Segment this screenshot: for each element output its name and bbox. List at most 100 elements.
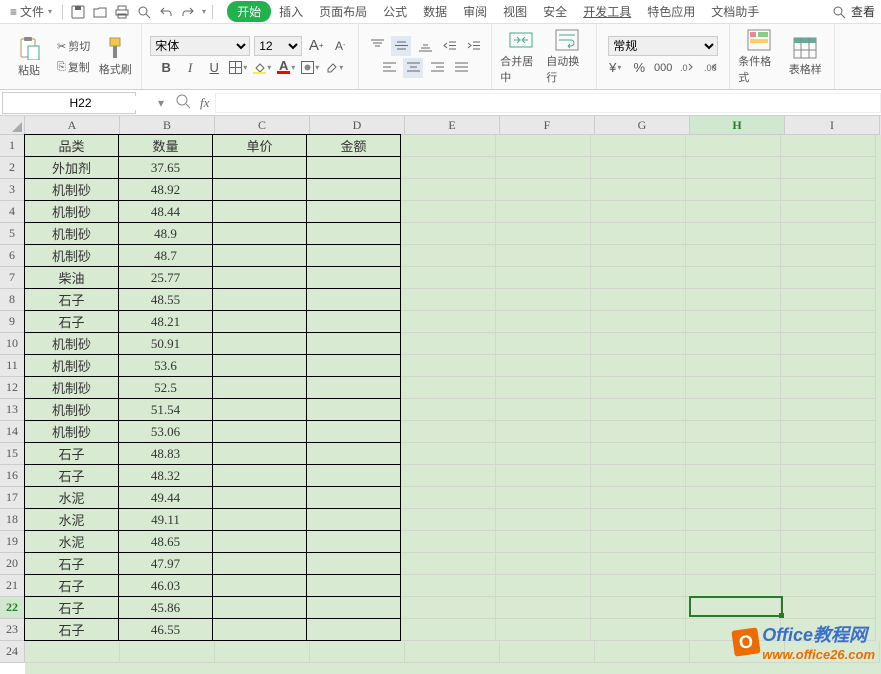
cell[interactable] [591,399,686,421]
cell[interactable] [401,575,496,597]
cell[interactable]: 48.9 [118,222,213,245]
align-center-button[interactable] [403,58,423,78]
merge-center-button[interactable]: 合并居中 [500,29,542,85]
cell[interactable] [781,377,876,399]
cell[interactable] [306,574,401,597]
cell[interactable] [496,619,591,641]
cell[interactable]: 48.83 [118,442,213,465]
tab-3[interactable]: 公式 [375,0,415,23]
cell[interactable]: 水泥 [24,486,119,509]
cell[interactable] [591,245,686,267]
cell[interactable]: 25.77 [118,266,213,289]
cell[interactable]: 水泥 [24,530,119,553]
cell[interactable] [401,355,496,377]
cell[interactable] [591,135,686,157]
cell[interactable] [496,289,591,311]
cell[interactable] [401,531,496,553]
cell[interactable] [212,552,307,575]
row-header-22[interactable]: 22 [0,597,25,619]
cell[interactable] [496,575,591,597]
cell[interactable] [306,508,401,531]
cell[interactable] [212,222,307,245]
cell[interactable]: 石子 [24,464,119,487]
cell[interactable] [686,399,781,421]
cell[interactable] [686,223,781,245]
increase-decimal-button[interactable]: .0 [677,58,697,78]
cell[interactable] [212,376,307,399]
row-header-2[interactable]: 2 [0,157,25,179]
cell[interactable] [686,465,781,487]
row-header-17[interactable]: 17 [0,487,25,509]
cell[interactable]: 48.92 [118,178,213,201]
cell[interactable]: 46.55 [118,618,213,641]
cell[interactable] [306,398,401,421]
row-header-8[interactable]: 8 [0,289,25,311]
cell[interactable] [686,135,781,157]
cell[interactable] [781,267,876,289]
cell[interactable] [496,553,591,575]
cell[interactable] [401,179,496,201]
row-header-15[interactable]: 15 [0,443,25,465]
cell[interactable] [686,355,781,377]
cell[interactable] [686,201,781,223]
row-header-24[interactable]: 24 [0,641,25,663]
row-header-19[interactable]: 19 [0,531,25,553]
cell[interactable] [306,222,401,245]
cut-button[interactable]: ✂剪切 [54,37,93,55]
cell[interactable]: 机制砂 [24,398,119,421]
cell[interactable] [591,311,686,333]
cell[interactable]: 48.55 [118,288,213,311]
cell[interactable] [401,597,496,619]
cell[interactable] [781,575,876,597]
cell[interactable] [306,552,401,575]
cell[interactable] [401,289,496,311]
cell[interactable] [306,486,401,509]
cell[interactable]: 47.97 [118,552,213,575]
cell[interactable] [212,266,307,289]
increase-font-button[interactable]: A+ [306,36,326,56]
increase-indent-button[interactable] [463,36,483,56]
cell[interactable] [306,156,401,179]
cell[interactable] [591,377,686,399]
cell[interactable] [591,421,686,443]
cell[interactable] [310,641,405,663]
print-icon[interactable] [113,3,131,21]
tab-7[interactable]: 安全 [535,0,575,23]
cell[interactable] [401,135,496,157]
cell[interactable] [686,443,781,465]
cell[interactable] [212,530,307,553]
cell[interactable] [496,333,591,355]
cell[interactable] [591,267,686,289]
cell[interactable] [781,465,876,487]
cell[interactable] [212,486,307,509]
align-right-button[interactable] [427,58,447,78]
cell[interactable] [781,157,876,179]
cells-area[interactable]: 品类数量单价金额外加剂37.65机制砂48.92机制砂48.44机制砂48.9机… [25,135,881,674]
tab-1[interactable]: 插入 [271,0,311,23]
cell[interactable] [401,223,496,245]
row-header-4[interactable]: 4 [0,201,25,223]
align-bottom-button[interactable] [415,36,435,56]
cell[interactable] [496,355,591,377]
cell[interactable] [496,157,591,179]
cell[interactable] [212,464,307,487]
fill-color-button[interactable]: ▾ [252,58,272,78]
cell[interactable] [306,244,401,267]
cell[interactable]: 石子 [24,618,119,641]
cell[interactable] [496,201,591,223]
row-header-7[interactable]: 7 [0,267,25,289]
tab-4[interactable]: 数据 [415,0,455,23]
align-middle-button[interactable] [391,36,411,56]
cell[interactable] [496,245,591,267]
cell[interactable]: 机制砂 [24,178,119,201]
cell[interactable]: 机制砂 [24,222,119,245]
cell[interactable] [401,377,496,399]
cell[interactable] [401,509,496,531]
cell[interactable] [595,641,690,663]
cell[interactable] [496,443,591,465]
tab-8[interactable]: 开发工具 [575,0,639,23]
border-button[interactable]: ▾ [228,58,248,78]
comma-button[interactable]: 000 [653,58,673,78]
cell[interactable] [781,487,876,509]
cell[interactable]: 机制砂 [24,376,119,399]
